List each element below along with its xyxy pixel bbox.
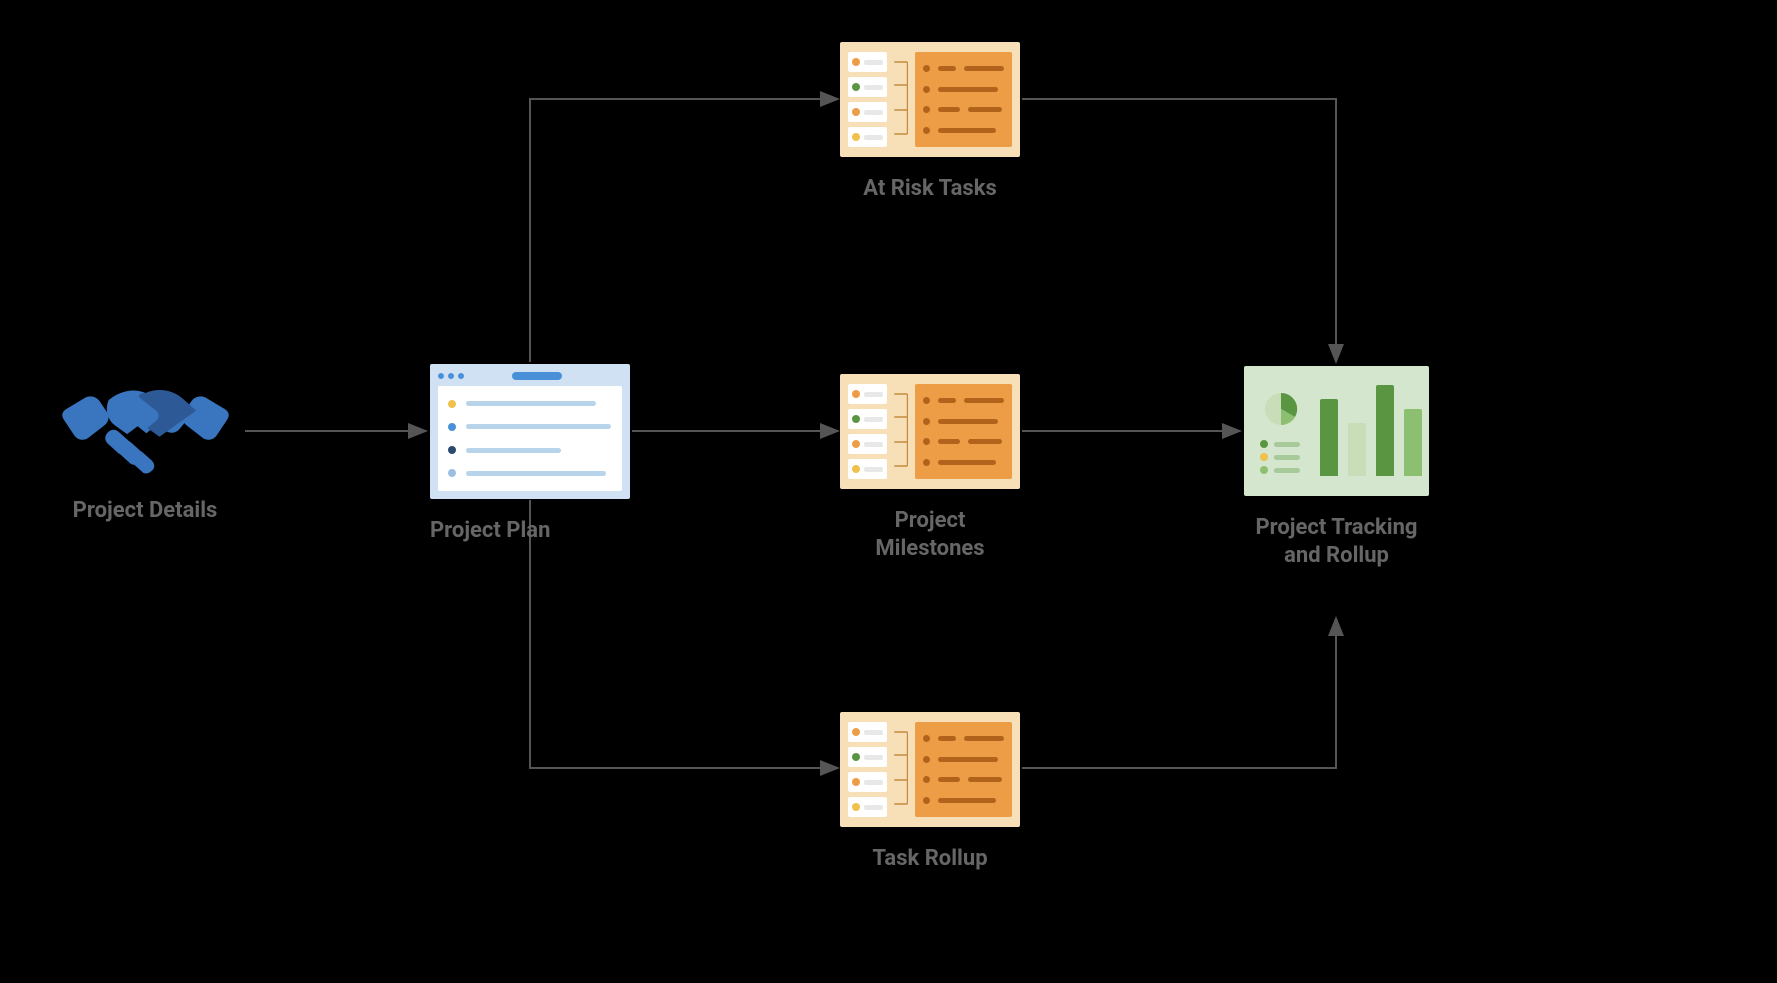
report-card-icon xyxy=(840,374,1020,489)
node-label: Task Rollup xyxy=(840,845,1020,873)
plan-card-icon xyxy=(430,364,630,499)
node-label: Project Tracking and Rollup xyxy=(1244,514,1429,569)
node-project-milestones: Project Milestones xyxy=(840,374,1020,562)
node-at-risk-tasks: At Risk Tasks xyxy=(840,42,1020,203)
report-card-icon xyxy=(840,42,1020,157)
dashboard-card-icon xyxy=(1244,366,1429,496)
node-project-details: Project Details xyxy=(45,360,245,525)
node-label: Project Plan xyxy=(430,517,630,545)
report-card-icon xyxy=(840,712,1020,827)
node-task-rollup: Task Rollup xyxy=(840,712,1020,873)
node-label: Project Milestones xyxy=(840,507,1020,562)
node-project-plan: Project Plan xyxy=(430,364,630,545)
pie-chart-icon xyxy=(1260,388,1302,430)
handshake-icon xyxy=(45,360,245,479)
bar-chart-icon xyxy=(1320,380,1422,482)
diagram-canvas: Project Details Project Plan xyxy=(0,0,1777,983)
node-label: Project Details xyxy=(45,497,245,525)
node-project-tracking: Project Tracking and Rollup xyxy=(1244,366,1429,569)
node-label: At Risk Tasks xyxy=(840,175,1020,203)
